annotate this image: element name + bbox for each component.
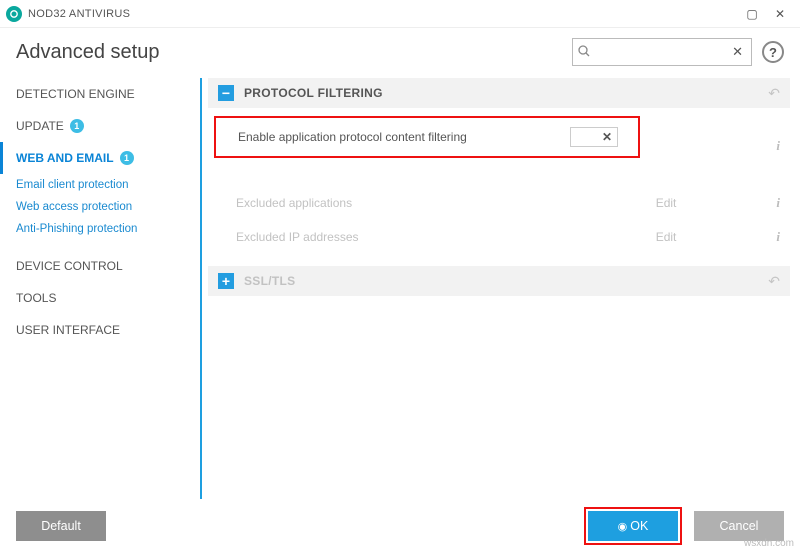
collapse-icon[interactable]: − [218, 85, 234, 101]
ok-button[interactable]: ◉ OK [588, 511, 678, 541]
sidebar-item-device-control[interactable]: DEVICE CONTROL [16, 250, 196, 282]
watermark: wsxdn.com [744, 538, 794, 549]
sidebar-sub-web-access[interactable]: Web access protection [16, 196, 196, 218]
section-header-ssl-tls: + SSL/TLS ↶ [208, 266, 790, 296]
search-clear-icon[interactable]: ✕ [728, 44, 747, 60]
toggle-off-icon: ✕ [602, 130, 612, 144]
sidebar-item-detection-engine[interactable]: DETECTION ENGINE [16, 78, 196, 110]
sidebar-item-label: TOOLS [16, 291, 56, 305]
toggle-enable-filtering[interactable]: ✕ [570, 127, 618, 147]
product-name: NOD32 ANTIVIRUS [28, 8, 130, 20]
title-bar: NOD32 ANTIVIRUS ▢ ✕ [0, 0, 800, 28]
page-title: Advanced setup [16, 41, 159, 64]
globe-icon: ◉ [618, 520, 628, 533]
section-header-protocol-filtering: − PROTOCOL FILTERING ↶ [208, 78, 790, 108]
window-maximize-icon[interactable]: ▢ [738, 2, 766, 26]
search-input[interactable] [595, 45, 728, 59]
info-icon[interactable]: i [776, 195, 780, 211]
footer: Default ◉ OK Cancel [0, 501, 800, 551]
help-icon[interactable]: ? [762, 41, 784, 63]
content-panel: − PROTOCOL FILTERING ↶ Enable applicatio… [200, 78, 800, 499]
section-title: SSL/TLS [244, 274, 768, 288]
expand-icon[interactable]: + [218, 273, 234, 289]
highlighted-ok-button: ◉ OK [584, 507, 682, 545]
revert-icon[interactable]: ↶ [768, 85, 780, 102]
search-icon [577, 44, 591, 63]
row-excluded-ips: Excluded IP addresses Edit i [208, 220, 790, 254]
info-icon[interactable]: i [776, 229, 780, 245]
sidebar-item-tools[interactable]: TOOLS [16, 282, 196, 314]
edit-link-excluded-ips[interactable]: Edit [656, 230, 677, 244]
sidebar-item-label: UPDATE [16, 119, 64, 133]
eset-logo-icon [6, 6, 22, 22]
sidebar-item-user-interface[interactable]: USER INTERFACE [16, 314, 196, 346]
setting-label-enable-filtering: Enable application protocol content filt… [238, 130, 467, 144]
search-box[interactable]: ✕ [572, 38, 752, 66]
window-close-icon[interactable]: ✕ [766, 2, 794, 26]
sidebar-item-update[interactable]: UPDATE 1 [16, 110, 196, 142]
info-icon[interactable]: i [776, 138, 780, 154]
badge-icon: 1 [70, 119, 84, 133]
cancel-button[interactable]: Cancel [694, 511, 784, 541]
sidebar: DETECTION ENGINE UPDATE 1 WEB AND EMAIL … [0, 78, 200, 499]
highlighted-setting-row: Enable application protocol content filt… [214, 116, 640, 158]
body: DETECTION ENGINE UPDATE 1 WEB AND EMAIL … [0, 78, 800, 499]
section-title: PROTOCOL FILTERING [244, 86, 768, 100]
ok-button-label: OK [630, 519, 648, 533]
sidebar-item-label: DETECTION ENGINE [16, 87, 135, 101]
sidebar-item-label: WEB AND EMAIL [16, 151, 114, 165]
badge-icon: 1 [120, 151, 134, 165]
setting-label-excluded-apps: Excluded applications [236, 196, 352, 210]
row-excluded-applications: Excluded applications Edit i [208, 186, 790, 220]
sidebar-item-label: USER INTERFACE [16, 323, 120, 337]
header: Advanced setup ✕ ? [0, 28, 800, 78]
sidebar-item-web-and-email[interactable]: WEB AND EMAIL 1 [0, 142, 196, 174]
edit-link-excluded-apps[interactable]: Edit [656, 196, 677, 210]
sidebar-item-label: DEVICE CONTROL [16, 259, 123, 273]
sidebar-sub-anti-phishing[interactable]: Anti-Phishing protection [16, 218, 196, 240]
sidebar-sub-email-client[interactable]: Email client protection [16, 174, 196, 196]
setting-label-excluded-ips: Excluded IP addresses [236, 230, 359, 244]
default-button[interactable]: Default [16, 511, 106, 541]
revert-icon[interactable]: ↶ [768, 273, 780, 290]
